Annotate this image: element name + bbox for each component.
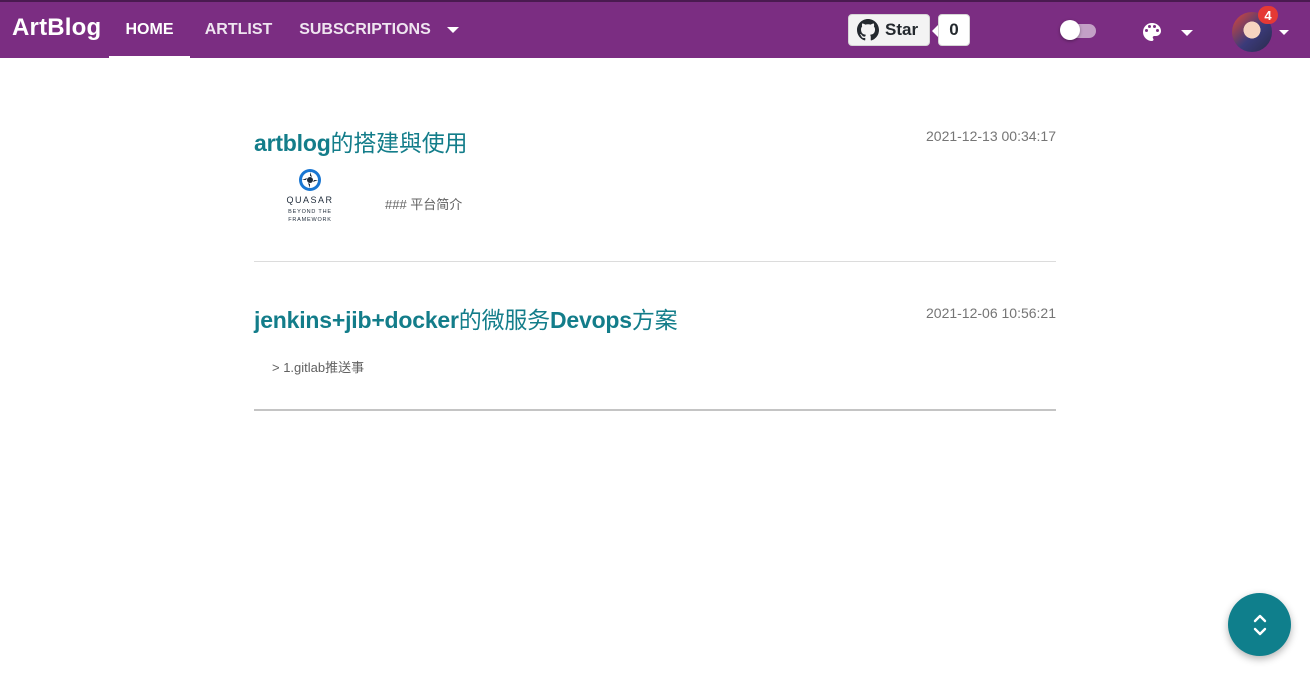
post-timestamp: 2021-12-13 00:34:17 [926, 128, 1056, 144]
chevron-down-icon [446, 27, 459, 33]
palette-icon[interactable] [1140, 20, 1164, 44]
github-icon [857, 19, 879, 41]
github-star-label: Star [885, 20, 919, 39]
thumbnail-word: QUASAR [286, 195, 334, 205]
quasar-logo-icon [299, 169, 321, 191]
post-title-prefix: artblog [254, 130, 331, 156]
post-title-rest: 的微服务 [458, 307, 550, 333]
scroll-fab-button[interactable] [1228, 593, 1291, 656]
scroll-up-down-icon [1253, 614, 1266, 635]
notification-badge: 4 [1258, 6, 1278, 24]
post-divider [254, 261, 1056, 262]
post-title[interactable]: artblog的搭建與使用 [254, 124, 468, 158]
account-chevron-down-icon[interactable] [1279, 30, 1289, 35]
thumbnail-tagline-2: FRAMEWORK [288, 217, 332, 223]
post-summary: > 1.gitlab推送事 [272, 360, 365, 375]
brand-logo[interactable]: ArtBlog [12, 14, 101, 42]
post-title[interactable]: jenkins+jib+docker的微服务Devops方案 [254, 301, 678, 335]
tab-artlist-label: ARTLIST [204, 21, 273, 38]
dark-mode-toggle[interactable] [1060, 20, 1097, 40]
post-timestamp: 2021-12-06 10:56:21 [926, 305, 1056, 321]
post-item: jenkins+jib+docker的微服务Devops方案 2021-12-0… [254, 301, 1056, 413]
thumbnail-tagline-1: BEYOND THE [288, 209, 332, 215]
tab-subscriptions[interactable]: SUBSCRIPTIONS [287, 2, 471, 58]
post-thumbnail[interactable]: QUASAR BEYOND THE FRAMEWORK [272, 168, 348, 234]
post-item: artblog的搭建與使用 2021-12-13 00:34:17 QUASAR… [254, 124, 1056, 264]
github-star-count[interactable]: 0 [932, 14, 970, 46]
post-title-suffix: Devops [549, 307, 632, 333]
post-title-end: 方案 [631, 307, 678, 333]
top-app-bar: ArtBlog HOME ARTLIST SUBSCRIPTIONS Star … [0, 0, 1310, 58]
tab-artlist[interactable]: ARTLIST [190, 2, 287, 58]
tab-home-label: HOME [125, 21, 174, 38]
post-title-prefix: jenkins+jib+docker [254, 307, 459, 333]
post-divider [254, 409, 1056, 411]
post-title-rest: 的搭建與使用 [330, 130, 468, 156]
toggle-thumb [1060, 20, 1080, 40]
post-summary: ### 平台简介 [385, 197, 463, 212]
github-star-button[interactable]: Star [848, 14, 930, 46]
theme-chevron-down-icon[interactable] [1181, 30, 1193, 36]
tab-home[interactable]: HOME [109, 2, 190, 58]
tab-subscriptions-label: SUBSCRIPTIONS [299, 21, 431, 38]
thumbnail-tagline: BEYOND THE FRAMEWORK [288, 208, 332, 224]
